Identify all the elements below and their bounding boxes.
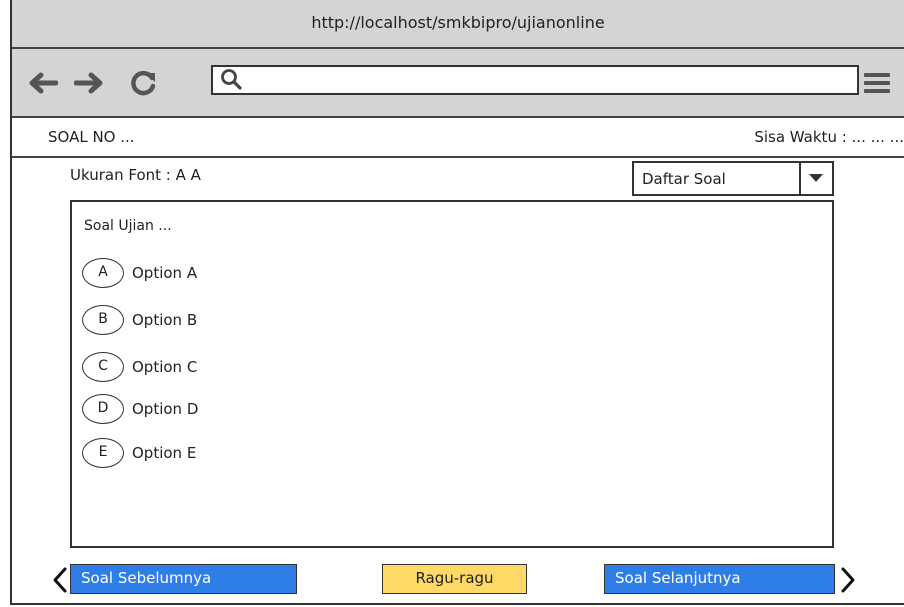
question-number: SOAL NO ...: [48, 128, 135, 146]
font-size-control[interactable]: Ukuran Font : A A: [70, 166, 201, 184]
previous-question-button[interactable]: Soal Sebelumnya: [70, 564, 297, 594]
chevron-left-icon[interactable]: [52, 566, 68, 594]
question-text: Soal Ujian ...: [84, 218, 172, 234]
page-url: http://localhost/smkbipro/ujianonline: [311, 13, 605, 32]
chevron-down-icon: [809, 174, 823, 182]
option-label: Option B: [132, 311, 198, 329]
dropdown-button[interactable]: [799, 163, 832, 194]
address-bar[interactable]: [211, 65, 859, 95]
doubt-button[interactable]: Ragu-ragu: [382, 564, 527, 594]
option-label: Option E: [132, 444, 197, 462]
option-label: Option A: [132, 264, 198, 282]
address-input[interactable]: [249, 69, 853, 93]
browser-toolbar: [12, 49, 904, 118]
time-remaining: Sisa Waktu : ... ... ...: [754, 128, 904, 146]
question-panel: Soal Ujian ... A Option A B Option B C O…: [70, 200, 834, 548]
option-label: Option C: [132, 358, 198, 376]
option-label: Option D: [132, 400, 199, 418]
forward-arrow-icon[interactable]: [74, 71, 104, 95]
exam-info-bar: SOAL NO ... Sisa Waktu : ... ... ...: [12, 118, 904, 158]
hamburger-menu-icon[interactable]: [864, 73, 890, 93]
chevron-right-icon[interactable]: [840, 566, 856, 594]
question-list-selected: Daftar Soal: [642, 170, 726, 188]
question-list-dropdown[interactable]: Daftar Soal: [632, 161, 834, 196]
option-radio[interactable]: E: [82, 438, 124, 468]
back-arrow-icon[interactable]: [28, 71, 58, 95]
search-icon: [221, 69, 242, 90]
option-radio[interactable]: A: [82, 258, 124, 288]
next-question-button[interactable]: Soal Selanjutnya: [604, 564, 835, 594]
option-radio[interactable]: D: [82, 394, 124, 424]
option-radio[interactable]: C: [82, 352, 124, 382]
title-bar: http://localhost/smkbipro/ujianonline: [12, 0, 904, 49]
reload-icon[interactable]: [130, 69, 158, 97]
option-radio[interactable]: B: [82, 305, 124, 335]
